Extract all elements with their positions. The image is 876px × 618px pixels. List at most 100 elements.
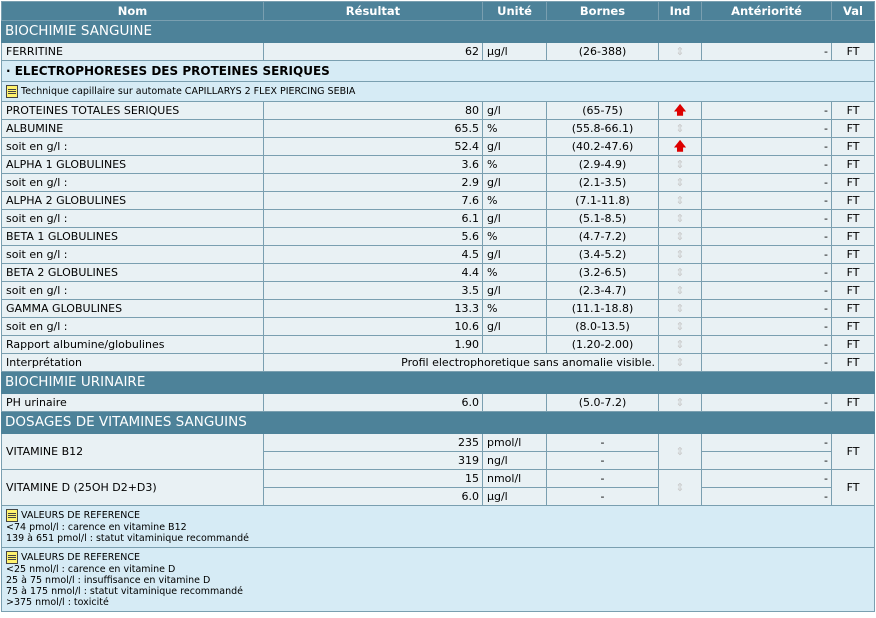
- table-row: GAMMA GLOBULINES 13.3% (11.1-18.8) ⇕ - FT: [1, 299, 875, 318]
- updown-icon: ⇕: [675, 356, 685, 369]
- row-resultat: 6.0: [263, 393, 483, 412]
- row-anteriorite: -: [701, 487, 832, 506]
- row-resultat: 15: [263, 469, 483, 488]
- row-val: FT: [831, 353, 875, 372]
- row-ind: ⇕: [658, 469, 702, 506]
- updown-icon: ⇕: [675, 230, 685, 243]
- updown-icon: ⇕: [675, 248, 685, 261]
- header-unite: Unité: [482, 1, 547, 21]
- row-bornes: (2.9-4.9): [546, 155, 659, 174]
- table-row: soit en g/l :4.5 g/l (3.4-5.2) ⇕ - FT: [1, 245, 875, 264]
- row-ind: ⇕: [658, 42, 702, 61]
- updown-icon: ⇕: [675, 396, 685, 409]
- row-unite: g/l: [482, 245, 547, 264]
- row-anteriorite: -: [701, 451, 832, 470]
- row-bornes: -: [546, 469, 659, 488]
- table-row: soit en g/l :10.6 g/l (8.0-13.5) ⇕ - FT: [1, 317, 875, 336]
- row-unite: g/l: [482, 281, 547, 300]
- row-ind: ⇕: [658, 353, 702, 372]
- table-row: BETA 2 GLOBULINES 4.4% (3.2-6.5) ⇕ - FT: [1, 263, 875, 282]
- row-nom: Rapport albumine/globulines: [1, 335, 264, 354]
- row-val: FT: [831, 433, 875, 470]
- row-resultat: 1.90: [263, 335, 483, 354]
- row-resultat: 2.9: [263, 173, 483, 192]
- row-resultat: 6.0: [263, 487, 483, 506]
- table-row: VITAMINE B12 235 pmol/l - ⇕ - FT: [1, 433, 875, 470]
- row-unite: ng/l: [482, 451, 547, 470]
- table-row: Interprétation Profil electrophoretique s…: [1, 353, 875, 372]
- row-anteriorite: -: [701, 245, 832, 264]
- table-row: PROTEINES TOTALES SERIQUES 80 g/l (65-75) 🡅 -…: [1, 101, 875, 120]
- row-resultat: 3.5: [263, 281, 483, 300]
- updown-icon: ⇕: [675, 302, 685, 315]
- updown-icon: ⇕: [675, 320, 685, 333]
- row-val: FT: [831, 227, 875, 246]
- row-unite: [482, 393, 547, 412]
- row-bornes: (3.2-6.5): [546, 263, 659, 282]
- row-resultat: 4.4: [263, 263, 483, 282]
- row-unite: g/l: [482, 101, 547, 120]
- note-icon: [6, 551, 18, 564]
- updown-icon: ⇕: [675, 158, 685, 171]
- row-anteriorite: -: [701, 155, 832, 174]
- header-anteriorite: Antériorité: [701, 1, 832, 21]
- row-anteriorite: -: [701, 335, 832, 354]
- reference-line: <25 nmol/l : carence en vitamine D: [6, 564, 176, 575]
- row-val: FT: [831, 155, 875, 174]
- technique-note-row: Technique capillaire sur automate CAPILL…: [1, 81, 875, 102]
- row-unite: %: [482, 191, 547, 210]
- row-nom: ALPHA 1 GLOBULINES: [1, 155, 264, 174]
- row-unite: pmol/l: [482, 433, 547, 452]
- technique-note-text: Technique capillaire sur automate CAPILL…: [21, 86, 356, 97]
- updown-icon: ⇕: [675, 122, 685, 135]
- row-bornes: (7.1-11.8): [546, 191, 659, 210]
- table-row: ALBUMINE 65.5% (55.8-66.1) ⇕ - FT: [1, 119, 875, 138]
- note-icon: [6, 85, 18, 98]
- reference-b12: VALEURS DE REFERENCE <74 pmol/l : carence…: [1, 505, 875, 548]
- table-row: soit en g/l :3.5 g/l (2.3-4.7) ⇕ - FT: [1, 281, 875, 300]
- table-row: BETA 1 GLOBULINES 5.6% (4.7-7.2) ⇕ - FT: [1, 227, 875, 246]
- arrow-up-icon: 🡅: [673, 139, 687, 153]
- updown-icon: ⇕: [675, 284, 685, 297]
- row-unite: µg/l: [482, 487, 547, 506]
- header-resultat: Résultat: [263, 1, 483, 21]
- row-bornes: -: [546, 451, 659, 470]
- row-nom: Interprétation: [1, 353, 264, 372]
- updown-icon: ⇕: [675, 266, 685, 279]
- reference-line: 75 à 175 nmol/l : statut vitaminique rec…: [6, 586, 243, 597]
- table-row: soit en g/l :2.9 g/l (2.1-3.5) ⇕ - FT: [1, 173, 875, 192]
- row-nom: GAMMA GLOBULINES: [1, 299, 264, 318]
- row-val: FT: [831, 393, 875, 412]
- row-bornes: (5.0-7.2): [546, 393, 659, 412]
- arrow-up-icon: 🡅: [673, 103, 687, 117]
- row-nom: BETA 1 GLOBULINES: [1, 227, 264, 246]
- row-unite: g/l: [482, 137, 547, 156]
- row-ind: ⇕: [658, 335, 702, 354]
- section-vitamines: DOSAGES DE VITAMINES SANGUINS: [1, 411, 875, 434]
- reference-line: <74 pmol/l : carence en vitamine B12: [6, 522, 187, 533]
- row-resultat: 4.5: [263, 245, 483, 264]
- row-nom: soit en g/l :: [1, 281, 264, 300]
- row-unite: %: [482, 227, 547, 246]
- updown-icon: ⇕: [675, 481, 685, 494]
- reference-line: 25 à 75 nmol/l : insuffisance en vitamin…: [6, 575, 211, 586]
- row-val: FT: [831, 137, 875, 156]
- row-val: FT: [831, 173, 875, 192]
- table-row: VITAMINE D (25OH D2+D3) 15 nmol/l - ⇕ - FT: [1, 469, 875, 506]
- table-row: soit en g/l :52.4 g/l (40.2-47.6) 🡅 - FT: [1, 137, 875, 156]
- row-ind: ⇕: [658, 155, 702, 174]
- row-bornes: (40.2-47.6): [546, 137, 659, 156]
- row-anteriorite: -: [701, 137, 832, 156]
- section-header: DOSAGES DE VITAMINES SANGUINS: [1, 411, 875, 434]
- row-bornes: -: [546, 433, 659, 452]
- table-row: Rapport albumine/globulines 1.90 (1.20-2.0…: [1, 335, 875, 354]
- row-anteriorite: -: [701, 42, 832, 61]
- row-val: FT: [831, 335, 875, 354]
- row-nom: ALBUMINE: [1, 119, 264, 138]
- row-nom: PROTEINES TOTALES SERIQUES: [1, 101, 264, 120]
- reference-line: 139 à 651 pmol/l : statut vitaminique re…: [6, 533, 250, 544]
- row-resultat: 52.4: [263, 137, 483, 156]
- row-ind: ⇕: [658, 299, 702, 318]
- row-unite: [482, 335, 547, 354]
- reference-title: VALEURS DE REFERENCE: [21, 510, 141, 521]
